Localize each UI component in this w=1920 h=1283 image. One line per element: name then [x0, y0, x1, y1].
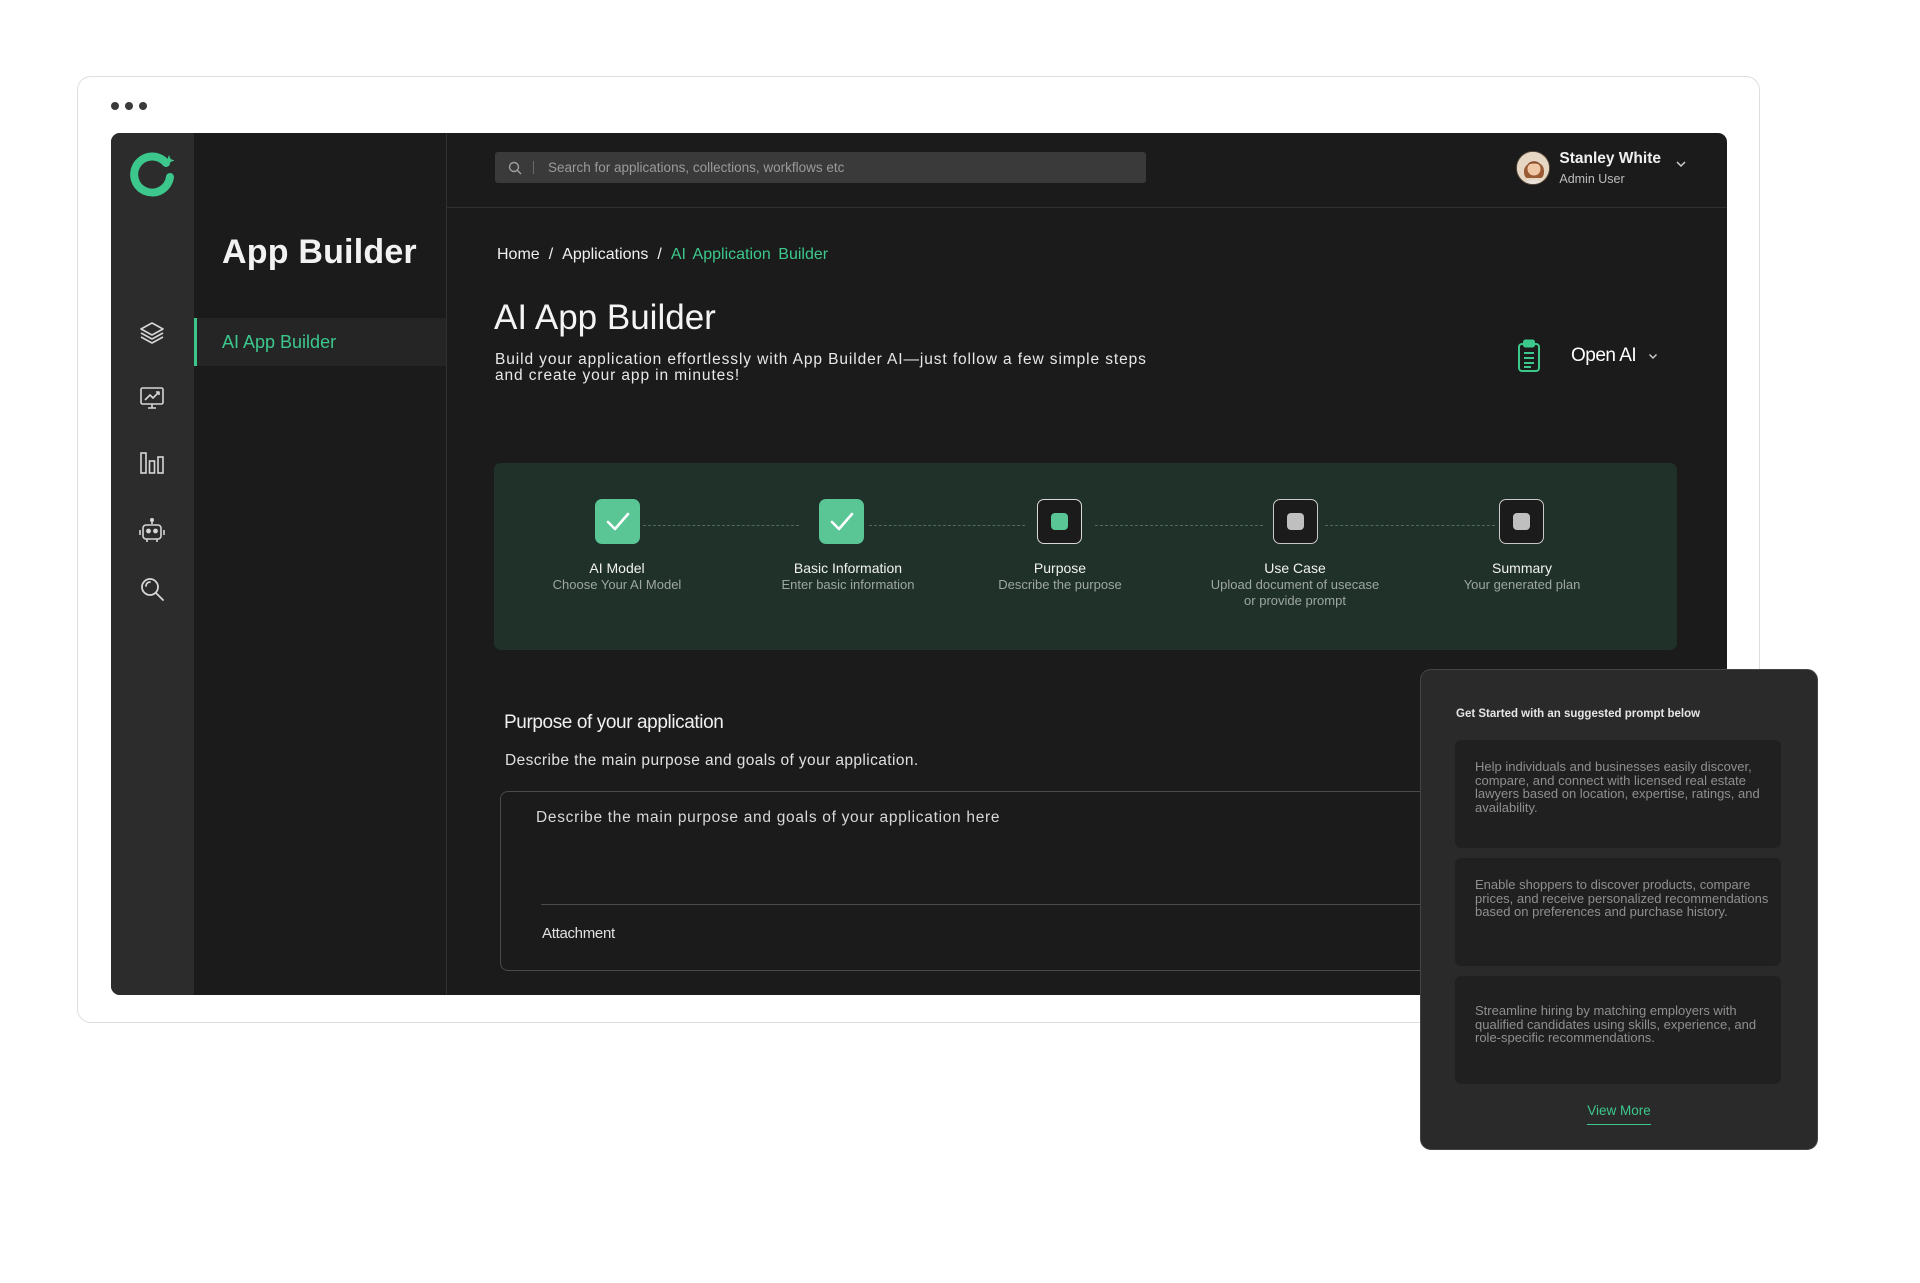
search-placeholder: Search for applications, collections, wo… — [548, 160, 845, 175]
checkmark-icon — [606, 512, 629, 530]
view-more-label[interactable]: View More — [1587, 1103, 1651, 1125]
step-basic-info-check[interactable] — [819, 499, 864, 544]
suggested-prompt-item[interactable]: Streamline hiring by matching employers … — [1455, 976, 1781, 1084]
step-use-case: Use Case Upload document of usecase or p… — [1195, 560, 1395, 609]
step-purpose: Purpose Describe the purpose — [960, 560, 1160, 593]
attachment-button[interactable]: Attachment — [542, 925, 615, 942]
secondary-panel: App Builder AI App Builder — [194, 133, 447, 995]
breadcrumb-current: AI Application Builder — [670, 246, 829, 263]
suggested-prompts-card: Get Started with an suggested prompt bel… — [1420, 669, 1818, 1150]
step-label: Purpose — [1033, 560, 1087, 576]
step-ai-model: AI Model Choose Your AI Model — [517, 560, 717, 593]
window-menu-dots[interactable] — [111, 102, 147, 110]
checkmark-icon — [830, 512, 853, 530]
model-label: Open AI — [1571, 345, 1637, 366]
step-label: Basic Information — [793, 560, 903, 576]
clipboard-icon — [1518, 339, 1540, 372]
avatar — [1516, 151, 1551, 185]
step-connector — [869, 525, 1025, 526]
step-label: AI Model — [589, 560, 645, 576]
breadcrumb-separator: / — [657, 246, 662, 263]
step-sublabel: Choose Your AI Model — [552, 577, 682, 592]
step-basic-information: Basic Information Enter basic informatio… — [748, 560, 948, 593]
suggested-prompt-item[interactable]: Enable shoppers to discover products, co… — [1455, 858, 1781, 966]
step-connector — [643, 525, 799, 526]
step-connector — [1095, 525, 1263, 526]
step-sublabel: Describe the purpose — [998, 577, 1122, 592]
purpose-section-title: Purpose of your application — [504, 712, 724, 733]
bar-chart-icon[interactable] — [135, 446, 169, 480]
robot-icon[interactable] — [135, 514, 169, 548]
view-more-link[interactable]: View More — [1421, 1102, 1817, 1125]
model-select[interactable]: Open AI — [1517, 339, 1658, 373]
step-use-case-indicator[interactable] — [1273, 499, 1318, 544]
icon-rail — [111, 133, 194, 995]
search-icon[interactable] — [135, 572, 169, 606]
stepper: AI Model Choose Your AI Model Basic Info… — [494, 463, 1677, 650]
breadcrumb-applications[interactable]: Applications — [562, 246, 648, 263]
search-bar[interactable]: Search for applications, collections, wo… — [495, 152, 1146, 183]
user-role: Admin User — [1559, 172, 1625, 186]
top-bar: Search for applications, collections, wo… — [447, 133, 1727, 208]
breadcrumb-home[interactable]: Home — [497, 246, 540, 263]
user-menu[interactable]: Stanley White Admin User — [1516, 150, 1687, 186]
purpose-section-description: Describe the main purpose and goals of y… — [505, 752, 919, 769]
step-label: Summary — [1492, 560, 1552, 576]
suggested-prompt-item[interactable]: Help individuals and businesses easily d… — [1455, 740, 1781, 848]
analytics-monitor-icon[interactable] — [135, 381, 169, 415]
step-label: Use Case — [1264, 560, 1326, 576]
step-sublabel: Enter basic information — [781, 577, 915, 592]
chevron-down-icon[interactable] — [1675, 160, 1687, 168]
logo-icon[interactable] — [128, 150, 178, 200]
breadcrumb: Home / Applications / AI Application Builder — [497, 246, 828, 264]
user-name: Stanley White — [1559, 150, 1661, 167]
chevron-down-icon — [1649, 353, 1658, 359]
page-description: Build your application effortlessly with… — [495, 351, 1147, 384]
suggestions-title: Get Started with an suggested prompt bel… — [1456, 708, 1701, 720]
step-sublabel: Your generated plan — [1463, 577, 1581, 592]
step-sublabel: Upload document of usecase or provide pr… — [1210, 577, 1380, 608]
step-purpose-indicator[interactable] — [1037, 499, 1082, 544]
page-title: AI App Builder — [494, 298, 716, 337]
step-summary-indicator[interactable] — [1499, 499, 1544, 544]
step-connector — [1325, 525, 1495, 526]
layers-icon[interactable] — [135, 316, 169, 350]
step-summary: Summary Your generated plan — [1422, 560, 1622, 593]
step-ai-model-check[interactable] — [595, 499, 640, 544]
search-icon — [508, 161, 522, 174]
panel-title: App Builder — [222, 233, 417, 271]
breadcrumb-separator: / — [548, 246, 554, 263]
panel-item-ai-app-builder[interactable]: AI App Builder — [194, 318, 446, 366]
